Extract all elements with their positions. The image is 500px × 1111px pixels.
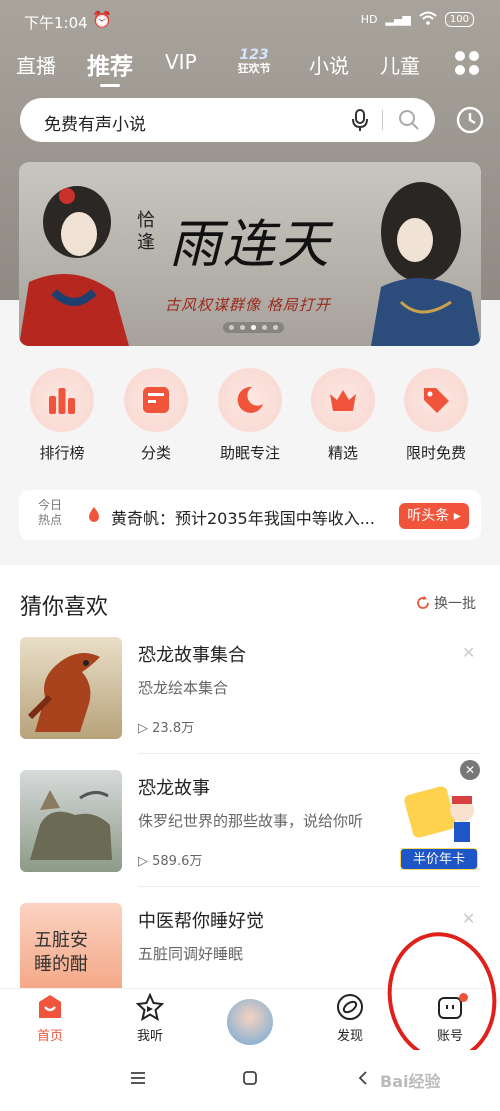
- promo-close-icon[interactable]: ✕: [460, 760, 480, 780]
- quick-entry-label: 排行榜: [39, 444, 85, 462]
- divider: [138, 886, 480, 887]
- album-title: 恐龙故事: [138, 778, 210, 799]
- quick-entry-label: 分类: [140, 444, 171, 462]
- album-desc: 五脏同调好睡眠: [138, 945, 244, 963]
- tab-festival[interactable]: 123 狂欢节: [231, 48, 277, 80]
- quick-entry-category[interactable]: 分类: [116, 368, 196, 463]
- festival-number: 123: [239, 47, 269, 63]
- watermark: Bai经验: [380, 1072, 441, 1091]
- divider: [138, 753, 480, 754]
- album-cover: [20, 637, 122, 739]
- promo-label[interactable]: 半价年卡: [400, 848, 478, 870]
- tab-vip[interactable]: VIP: [165, 50, 197, 74]
- crown-icon: [330, 390, 356, 411]
- tab-novel[interactable]: 小说: [309, 50, 349, 79]
- dismiss-icon[interactable]: ✕: [462, 909, 475, 928]
- play-count: ▷ 23.8万: [138, 721, 195, 736]
- quick-entry-featured[interactable]: 精选: [303, 368, 383, 463]
- album-desc: 侏罗纪世界的那些故事，说给你听: [138, 812, 364, 830]
- bottom-tab-home[interactable]: 首页: [15, 993, 85, 1044]
- banner-title: 雨连天: [169, 215, 332, 275]
- player-avatar[interactable]: [225, 997, 275, 1047]
- hot-news-tag: 今日 热点: [33, 498, 67, 528]
- quick-entry-ranking[interactable]: 排行榜: [22, 368, 102, 463]
- quick-entry-label: 助眠专注: [219, 444, 280, 462]
- fire-icon: [87, 506, 101, 524]
- search-placeholder: 免费有声小说: [44, 115, 146, 135]
- hot-news-tag-line2: 热点: [37, 513, 62, 527]
- network-label: HD: [360, 13, 378, 26]
- bar-chart-icon: [49, 388, 75, 414]
- category-icon: [143, 387, 169, 413]
- play-count-value: 23.8万: [152, 721, 195, 736]
- refresh-button[interactable]: 换一批: [416, 593, 476, 613]
- search-icon[interactable]: [398, 109, 420, 131]
- wifi-icon: [419, 11, 437, 28]
- banner-figure-right: [371, 182, 481, 346]
- banner-dot: [229, 325, 234, 330]
- bottom-tab-label: 我听: [136, 1029, 163, 1044]
- quick-entries: 排行榜 分类 助眠专注 精选 限时免费: [0, 368, 500, 468]
- banner-dot-active: [251, 325, 256, 330]
- all-channels-icon[interactable]: [455, 51, 479, 75]
- tag-icon: [424, 388, 449, 413]
- play-count-value: 589.6万: [152, 854, 203, 869]
- dismiss-icon[interactable]: ✕: [462, 643, 475, 662]
- microphone-icon[interactable]: [350, 108, 370, 132]
- album-title: 恐龙故事集合: [138, 645, 246, 666]
- moon-icon: [237, 386, 263, 413]
- banner-dot: [240, 325, 245, 330]
- play-count: ▷ 589.6万: [138, 854, 203, 869]
- hot-news-tag-line1: 今日: [37, 498, 62, 512]
- home-icon: [39, 995, 61, 1018]
- bottom-tab-discover[interactable]: 发现: [315, 993, 385, 1044]
- refresh-label: 换一批: [434, 596, 476, 612]
- bottom-tab-label: 首页: [36, 1029, 63, 1044]
- star-icon: [136, 993, 164, 1021]
- hot-news-bar[interactable]: 今日 热点 黄奇帆：预计2035年我国中等收入... 听头条 ▸: [19, 490, 481, 540]
- refresh-icon: [417, 596, 429, 609]
- banner-subtitle: 恰逢: [137, 210, 155, 253]
- hot-news-headline[interactable]: 黄奇帆：预计2035年我国中等收入...: [111, 505, 401, 529]
- bottom-tab-listen[interactable]: 我听: [115, 993, 185, 1044]
- quick-entry-sleep[interactable]: 助眠专注: [210, 368, 290, 463]
- tab-recommend[interactable]: 推荐: [87, 47, 133, 87]
- history-icon[interactable]: [456, 106, 484, 134]
- search-divider: [382, 110, 383, 130]
- quick-entry-free[interactable]: 限时免费: [396, 368, 476, 463]
- banner-dot: [273, 325, 278, 330]
- banner-slogan: 古风权谋群像 格局打开: [165, 296, 331, 314]
- compass-icon: [337, 994, 363, 1020]
- listen-headline-button[interactable]: 听头条 ▸: [399, 503, 469, 529]
- banner-dot: [262, 325, 267, 330]
- quick-entry-label: 精选: [327, 444, 358, 462]
- battery-icon: 100: [444, 12, 474, 27]
- banner-figure-left: [19, 186, 129, 346]
- tab-children[interactable]: 儿童: [380, 50, 420, 79]
- menu-icon[interactable]: [130, 1070, 146, 1089]
- promo-banner[interactable]: 恰逢 雨连天 古风权谋群像 格局打开: [19, 162, 481, 346]
- album-cover: [20, 770, 122, 872]
- status-bar: 下午1:04 ⏰ HD ▂▄▆ 100: [0, 0, 500, 40]
- back-icon[interactable]: [358, 1070, 368, 1089]
- album-cover-text: 五脏安睡的酣: [34, 930, 88, 975]
- section-title: 猜你喜欢: [20, 595, 109, 620]
- search-input[interactable]: 免费有声小说: [20, 98, 435, 142]
- alarm-icon: ⏰: [92, 10, 112, 29]
- album-desc: 恐龙绘本集合: [138, 679, 229, 697]
- status-time: 下午1:04: [24, 14, 88, 32]
- home-button-icon[interactable]: [243, 1070, 257, 1089]
- status-icons: HD ▂▄▆ 100: [361, 11, 474, 28]
- banner-pagination: [223, 322, 284, 333]
- bottom-tab-label: 发现: [336, 1029, 363, 1044]
- quick-entry-label: 限时免费: [405, 444, 466, 462]
- album-title: 中医帮你睡好觉: [138, 911, 264, 932]
- festival-text: 狂欢节: [237, 62, 271, 75]
- tab-live[interactable]: 直播: [16, 50, 56, 79]
- signal-icon: ▂▄▆: [385, 13, 411, 26]
- list-item[interactable]: 恐龙故事集合 恐龙绘本集合 ▷ 23.8万 ✕: [0, 637, 500, 757]
